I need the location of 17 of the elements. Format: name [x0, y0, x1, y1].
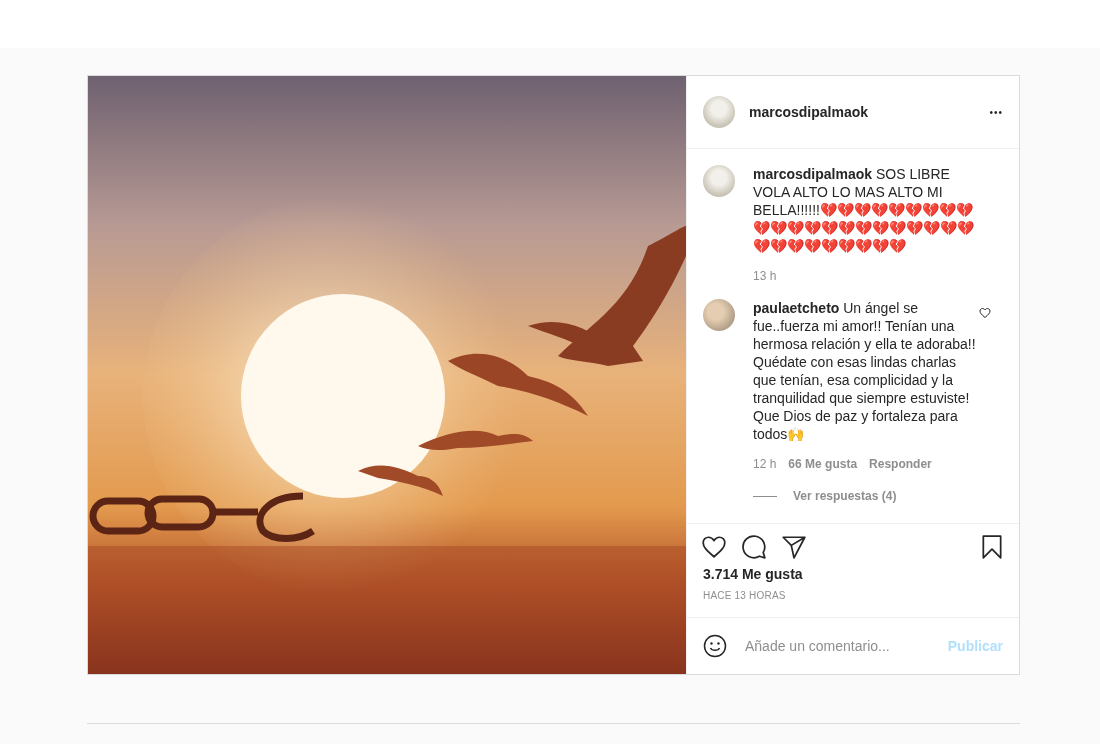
username[interactable]: marcosdipalmaok — [749, 104, 976, 120]
heart-icon[interactable] — [701, 534, 727, 560]
heart-icon[interactable] — [979, 307, 991, 319]
reply-link[interactable]: Responder — [869, 457, 932, 471]
caption-text: marcosdipalmaok SOS LIBRE VOLA ALTO LO MAS ALTO MI BELLA!!!!!!💔💔💔💔💔💔💔💔💔💔💔💔💔💔💔💔💔💔💔💔💔💔💔💔💔💔💔💔💔💔💔 — [753, 165, 975, 255]
timestamp: 12 h — [753, 457, 777, 471]
like-count[interactable]: 3.714 Me gusta — [687, 564, 1019, 590]
emoji-icon[interactable] — [703, 634, 727, 658]
view-replies-link[interactable]: Ver respuestas (4) — [793, 489, 897, 503]
send-icon[interactable] — [781, 534, 807, 560]
comment-icon[interactable] — [741, 534, 767, 560]
bookmark-icon[interactable] — [979, 534, 1005, 560]
timestamp: 13 h — [753, 269, 777, 283]
comment-text: paulaetcheto Un ángel se fue..fuerza mi amor!! Tenían una hermosa relación y ella te adoraba!! Quédate con esas lindas charlas que tenían, esa complicidad y la tranquilidad que siempre estuviste! Que Dios de paz y fortaleza para todos🙌 — [753, 299, 977, 443]
post-date: HACE 13 HORAS — [702, 590, 787, 603]
like-count[interactable]: 66 Me gusta — [788, 457, 858, 471]
more-options-button[interactable]: ••• — [989, 106, 1003, 118]
